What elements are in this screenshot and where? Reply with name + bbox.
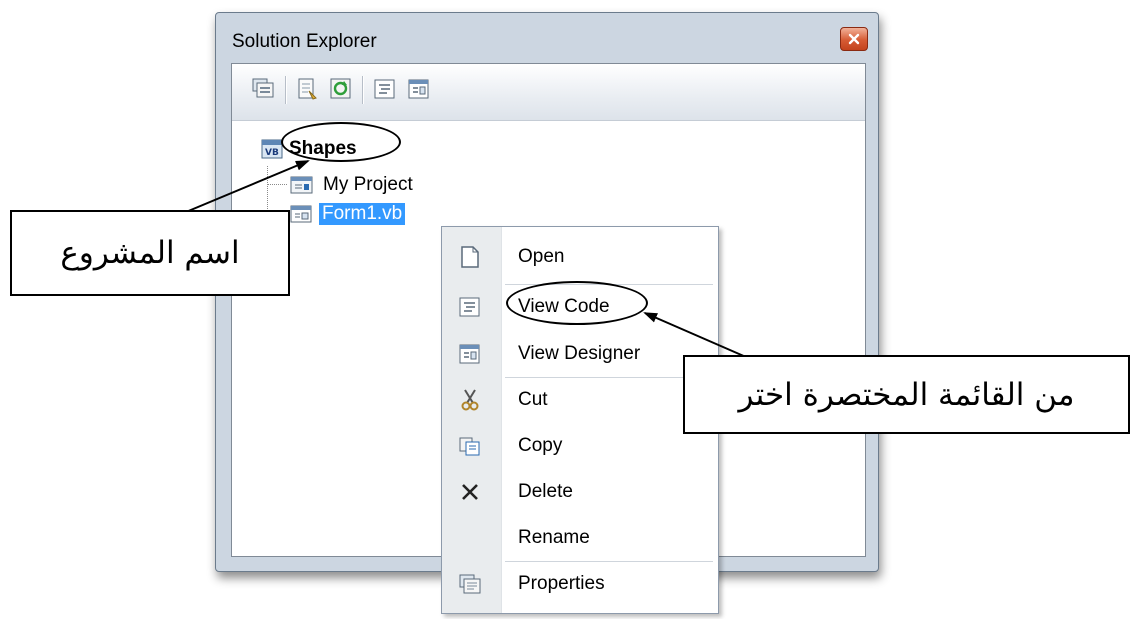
arrow-to-project-name: [185, 160, 310, 213]
context-menu-callout: من القائمة المختصرة اختر: [683, 355, 1130, 434]
annotation-arrows: [185, 160, 747, 358]
project-name-callout: اسم المشروع: [10, 210, 290, 296]
arrow-to-view-code: [643, 312, 747, 358]
